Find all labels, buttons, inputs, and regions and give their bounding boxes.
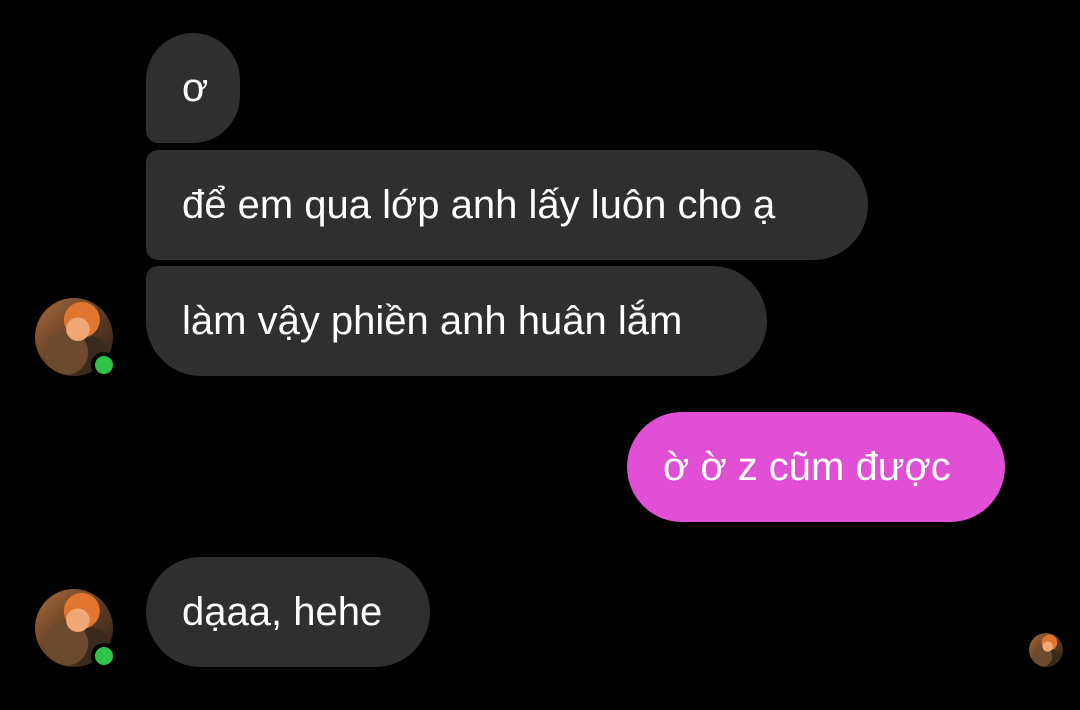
read-receipt-icon bbox=[1029, 633, 1063, 667]
message-bubble-received[interactable]: để em qua lớp anh lấy luôn cho ạ bbox=[146, 150, 868, 260]
online-status-icon bbox=[91, 352, 117, 378]
message-thread: ơ để em qua lớp anh lấy luôn cho ạ làm v… bbox=[0, 0, 1080, 710]
message-bubble-sent[interactable]: ờ ờ z cũm được bbox=[627, 412, 1005, 522]
message-bubble-received[interactable]: ơ bbox=[146, 33, 240, 143]
contact-avatar[interactable] bbox=[35, 589, 117, 669]
message-bubble-received[interactable]: làm vậy phiền anh huân lắm bbox=[146, 266, 767, 376]
message-text: làm vậy phiền anh huân lắm bbox=[182, 299, 683, 343]
read-receipt-avatar bbox=[1029, 633, 1063, 667]
contact-avatar[interactable] bbox=[35, 298, 117, 378]
message-text: để em qua lớp anh lấy luôn cho ạ bbox=[182, 183, 776, 227]
message-text: dạaa, hehe bbox=[182, 590, 383, 634]
message-bubble-received[interactable]: dạaa, hehe bbox=[146, 557, 430, 667]
message-text: ờ ờ z cũm được bbox=[663, 445, 951, 489]
online-status-icon bbox=[91, 643, 117, 669]
message-text: ơ bbox=[182, 66, 209, 110]
